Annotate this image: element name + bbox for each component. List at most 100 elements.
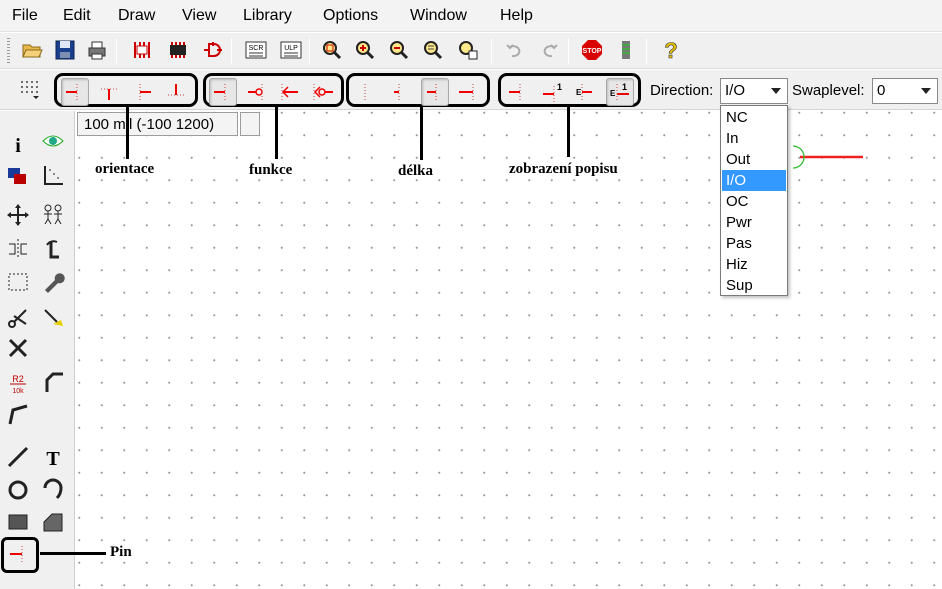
paste-icon[interactable] xyxy=(40,305,66,331)
length-long-button[interactable] xyxy=(455,78,483,106)
text-icon-label: T xyxy=(46,448,60,469)
menu-options[interactable]: Options xyxy=(323,7,378,25)
annotation-zobrazeni: zobrazení popisu xyxy=(509,161,618,177)
display-layers-icon[interactable] xyxy=(5,163,31,189)
visible-both-letter: E xyxy=(610,89,616,98)
value-icon[interactable]: R2 10k xyxy=(5,371,31,397)
menu-help[interactable]: Help xyxy=(500,7,533,25)
function-none-button[interactable] xyxy=(209,78,237,106)
orientation-r270-button[interactable] xyxy=(162,78,190,106)
cam-icon[interactable] xyxy=(201,38,225,62)
menu-file[interactable]: File xyxy=(12,7,38,25)
zoom-select-icon[interactable] xyxy=(456,38,480,62)
direction-dropdown-list: NC In Out I/O OC Pwr Pas Hiz Sup xyxy=(720,105,788,296)
stop-icon[interactable]: STOP xyxy=(580,38,604,62)
group-icon[interactable] xyxy=(5,269,31,295)
print-icon[interactable] xyxy=(85,38,109,62)
help-icon-label: ? xyxy=(664,39,677,61)
ulp-icon[interactable]: ULP xyxy=(279,38,303,62)
swaplevel-label: Swaplevel: xyxy=(792,82,865,99)
function-dot-button[interactable] xyxy=(243,78,271,106)
length-short-button[interactable] xyxy=(386,78,414,106)
text-icon[interactable]: T xyxy=(40,444,66,470)
arc-icon[interactable] xyxy=(40,477,66,503)
rotate-icon[interactable] xyxy=(40,236,66,262)
drawing-canvas[interactable] xyxy=(76,111,942,589)
mark-icon[interactable] xyxy=(40,163,66,189)
script-icon[interactable]: SCR xyxy=(244,38,268,62)
use-icon[interactable] xyxy=(166,38,190,62)
move-icon[interactable] xyxy=(5,202,31,228)
direction-option-in[interactable]: In xyxy=(722,128,786,149)
info-icon[interactable]: i xyxy=(5,131,31,157)
visible-off-button[interactable] xyxy=(504,78,532,106)
help-icon[interactable]: ? xyxy=(659,38,683,62)
copy-icon[interactable] xyxy=(40,202,66,228)
schematic-board-switch-icon[interactable] xyxy=(130,38,154,62)
annotation-pointer-orientace xyxy=(126,107,129,159)
direction-option-pas[interactable]: Pas xyxy=(722,233,786,254)
stop-icon-label: STOP xyxy=(583,48,602,55)
menu-draw[interactable]: Draw xyxy=(118,7,155,25)
direction-option-hiz[interactable]: Hiz xyxy=(722,254,786,275)
redo-icon[interactable] xyxy=(537,38,561,62)
direction-option-out[interactable]: Out xyxy=(722,149,786,170)
function-dotclk-button[interactable] xyxy=(310,78,338,106)
menu-edit[interactable]: Edit xyxy=(63,7,91,25)
visible-both-button[interactable]: E1 xyxy=(606,78,634,106)
zoom-fit-icon[interactable] xyxy=(320,38,344,62)
direction-option-oc[interactable]: OC xyxy=(722,191,786,212)
direction-label: Direction: xyxy=(650,82,714,99)
swaplevel-select[interactable]: 0 xyxy=(872,78,938,104)
orientation-r0-button[interactable] xyxy=(61,78,89,106)
change-wrench-icon[interactable] xyxy=(40,269,66,295)
direction-option-nc[interactable]: NC xyxy=(722,107,786,128)
grid-icon[interactable] xyxy=(18,78,42,102)
cut-scissors-icon[interactable] xyxy=(5,305,31,331)
menu-window[interactable]: Window xyxy=(410,7,467,25)
polygon-icon[interactable] xyxy=(40,509,66,535)
coordinate-display: 100 mil (-100 1200) xyxy=(77,112,238,136)
line-icon[interactable] xyxy=(5,444,31,470)
visible-pin-letter: E xyxy=(576,88,582,97)
zoom-redraw-icon[interactable] xyxy=(421,38,445,62)
zoom-in-icon[interactable] xyxy=(353,38,377,62)
direction-value: I/O xyxy=(725,82,746,99)
length-middle-button[interactable] xyxy=(421,78,449,106)
function-clk-button[interactable] xyxy=(276,78,304,106)
swaplevel-value: 0 xyxy=(877,82,886,99)
orientation-r180-button[interactable] xyxy=(128,78,156,106)
toolbar-grip[interactable] xyxy=(7,38,10,64)
open-icon[interactable] xyxy=(20,38,44,62)
annotation-pin: Pin xyxy=(110,544,132,560)
menu-library[interactable]: Library xyxy=(243,7,292,25)
direction-select[interactable]: I/O xyxy=(720,78,788,104)
undo-icon[interactable] xyxy=(503,38,527,62)
length-point-button[interactable] xyxy=(352,78,380,106)
visible-pad-button[interactable]: 1 xyxy=(538,78,566,106)
visible-pin-button[interactable]: E xyxy=(572,78,600,106)
orientation-r90-button[interactable] xyxy=(95,78,123,106)
circle-icon[interactable] xyxy=(5,477,31,503)
visible-both-number: 1 xyxy=(622,82,627,92)
go-icon[interactable] xyxy=(614,38,638,62)
command-toolbar: i R2 10k T xyxy=(0,111,75,589)
mirror-icon[interactable] xyxy=(5,236,31,262)
menu-view[interactable]: View xyxy=(182,7,216,25)
rect-icon[interactable] xyxy=(5,509,31,535)
annotation-delka: délka xyxy=(398,163,434,179)
show-eye-icon[interactable] xyxy=(40,128,66,154)
direction-option-sup[interactable]: Sup xyxy=(722,275,786,296)
save-icon[interactable] xyxy=(53,38,77,62)
split-icon[interactable] xyxy=(5,401,31,427)
chevron-down-icon xyxy=(921,88,931,94)
annotation-orientace: orientace xyxy=(95,161,155,177)
visible-pad-number: 1 xyxy=(557,82,562,92)
direction-option-pwr[interactable]: Pwr xyxy=(722,212,786,233)
miter-icon[interactable] xyxy=(40,369,66,395)
direction-option-io[interactable]: I/O xyxy=(722,170,786,191)
zoom-out-icon[interactable] xyxy=(387,38,411,62)
chevron-down-icon xyxy=(771,88,781,94)
value-icon-label: R2 xyxy=(12,374,24,384)
delete-icon[interactable] xyxy=(5,335,31,361)
